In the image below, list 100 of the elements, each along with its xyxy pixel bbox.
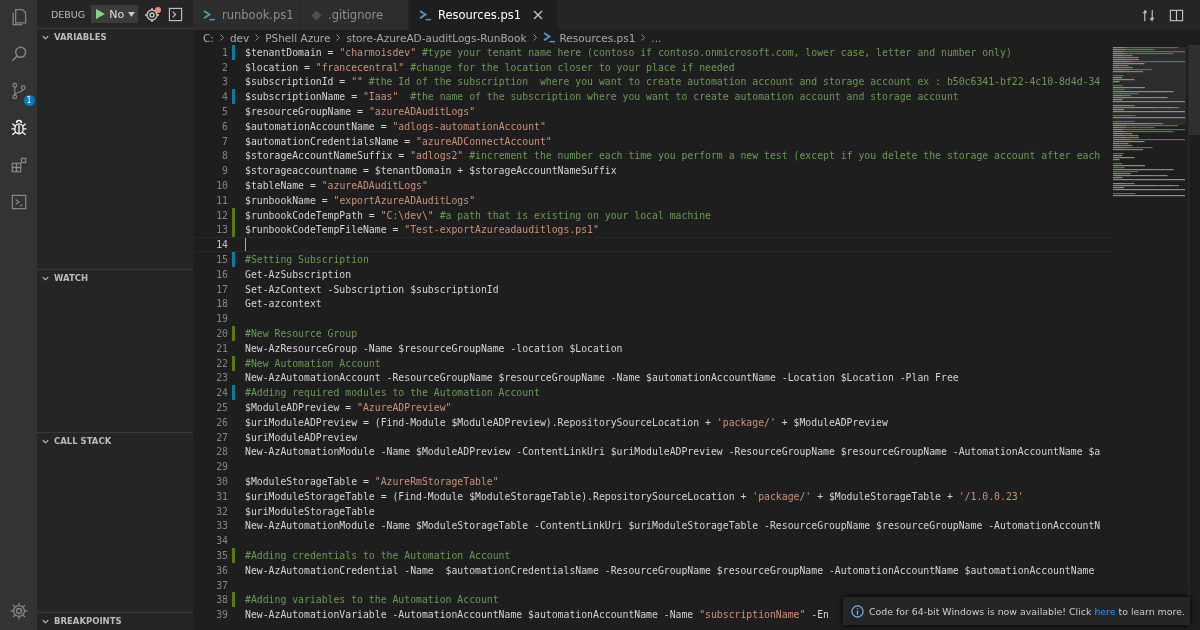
line-number: 39 [215,609,228,621]
diamond-icon [311,9,322,21]
code-line: $automationAccountName = "adlogs-automationAccount" [245,120,546,132]
code-line: #New Resource Group [245,328,358,340]
code-line: $tableName = "azureADAuditLogs" [245,180,428,192]
code-line: $storageaccountname = $tenantDomain + $storageAccountNameSuffix [245,165,617,177]
section-header[interactable]: VARIABLES [37,29,193,45]
code-line: $runbookCodeTempFileName = "Test-exportAzureadauditlogs.ps1" [245,224,599,236]
line-number: 37 [215,579,228,591]
code-line: $subscriptionId = "" #the Id of the subscription where you want to create automation account and storage account ex : b50c6341-bf22-4c10-8d4d-34 [245,76,1101,88]
code-line: $ModuleStorageTable = "AzureRmStorageTable" [245,476,499,487]
line-number: 15 [215,254,228,266]
line-number: 12 [215,209,228,221]
text-cursor [245,238,246,252]
line-number: 34 [215,535,228,547]
prompt-icon [203,9,216,21]
line-number: 33 [215,520,228,532]
debug-label: DEBUG [51,8,86,20]
chevron-icon [640,33,647,42]
split-editor-icon[interactable] [1169,7,1184,23]
code-line: $uriModuleADPreview [245,431,358,443]
line-number: 30 [215,476,228,487]
section-header[interactable]: BREAKPOINTS [37,613,193,629]
code-line: New-AzAutomationAccount -ResourceGroupName $resourceGroupName -Name $automationAccountName -Location $Location -Plan Free [245,372,959,384]
prompt-icon [419,9,432,21]
activity-bar-item[interactable]: 1 [5,78,32,104]
line-number: 19 [215,313,228,325]
code-line: $runbookName = "exportAzureADAuditLogs" [245,194,476,206]
tab-label: Resources.ps1 [438,8,521,22]
line-number: 31 [215,490,228,502]
line-number: 38 [215,594,228,606]
code-line: New-AzAutomationModule -Name $ModuleStorageTable -ContentLinkUri $uriModuleStorageTable -ResourceGroupName $resourceGroupName -AutomationAccountN [245,520,1101,532]
line-number: 21 [215,342,228,354]
line-number: 16 [215,268,228,280]
console-icon[interactable] [168,6,184,22]
line-number: 7 [221,135,228,147]
line-number: 13 [215,224,228,236]
code-line: Set-AzContext -Subscription $subscriptionId [245,283,499,295]
line-number: 18 [215,298,228,310]
breadcrumb-item[interactable]: Resources.ps1 [542,31,636,44]
line-number: 27 [215,431,228,443]
line-number: 17 [215,283,228,295]
settings-icon [8,601,29,621]
count-badge: 1 [23,95,35,106]
code-line: $ModuleADPreview = "AzureADPreview" [245,402,452,413]
breadcrumb-item[interactable]: PShell Azure [265,31,331,44]
tab-label: runbook.ps1 [222,8,294,22]
breadcrumb-item[interactable]: store-AzureAD-auditLogs-RunBook [346,31,527,44]
line-number: 20 [215,328,228,340]
line-number: 22 [215,357,228,369]
line-number: 2 [221,61,228,73]
gear-icon[interactable] [144,6,163,22]
code-line: Get-AzSubscription [245,268,352,280]
code-line: #Adding credentials to the Automation Account [245,550,511,561]
minimap-drawing[interactable] [1112,47,1186,197]
breadcrumb-item[interactable]: ... [651,31,662,44]
line-number: 24 [215,387,228,399]
learn-more-link[interactable]: here [1094,605,1116,617]
line-number: 3 [221,76,228,88]
code-line: New-AzAutomationModule -Name $ModuleADPreview -ContentLinkUri $uriModuleADPreview -ResourceGroupName $resourceGroupName -AutomationAccountName $a [245,446,1101,458]
line-number: 4 [221,91,228,103]
code-line: Get-azcontext [245,298,322,310]
code-line: $location = "francecentral" #change for the location closer to your place if needed [245,61,735,73]
line-number: 29 [215,461,228,473]
code-line: $automationCredentialsName = "azureADConnectAccount" [245,135,552,147]
notification-message: Code for 64-bit Windows is now available! Click here to learn more. [869,605,1185,617]
line-number: 35 [215,550,228,561]
code-line: $tenantDomain = "charmoisdev" #type your tenant name here (contoso if contoso.onmicrosoft.com, lower case, letter and number only) [245,46,1012,58]
play-icon[interactable] [94,8,107,20]
breadcrumb-item[interactable]: dev [229,31,250,44]
close-icon[interactable] [533,10,543,20]
line-number: 28 [215,446,228,458]
code-line: #Setting Subscription [245,254,369,266]
compare-icon[interactable] [1141,7,1156,23]
line-number: 36 [215,564,228,576]
line-number: 8 [221,150,228,162]
code-line: New-AzResourceGroup -Name $resourceGroupName -location $Location [245,342,623,354]
line-number: 9 [221,165,228,177]
chevron-icon [531,33,538,42]
tab-label: .gitignore [328,8,384,22]
code-line: $resourceGroupName = "azureADAuditLogs" [245,106,476,118]
editor-tab[interactable]: .gitignore [301,0,409,30]
code-line: #Adding variables to the Automation Account [245,594,499,606]
info-icon [851,604,864,618]
editor-tab[interactable]: runbook.ps1 [193,0,301,30]
caret-icon [128,11,136,17]
line-number: 14 [215,239,228,251]
section-header[interactable]: CALL STACK [37,433,193,449]
section-header[interactable]: WATCH [37,270,193,286]
line-number: 26 [215,416,228,428]
line-number: 5 [221,106,228,118]
code-line: New-AzAutomationCredential -Name $automationCredentialsName -ResourceGroupName $resourceGroupName -AutomationAccountName $automationAccountName [245,564,1095,576]
code-line: $uriModuleStorageTable = (Find-Module $ModuleStorageTable).RepositorySourceLocation + 'package/' + $ModuleStorageTable + '/1.0.0.23' [245,490,1024,502]
line-number: 6 [221,120,228,132]
code-line: $uriModuleADPreview = (Find-Module $ModuleADPreview).RepositorySourceLocation + 'package/' + $ModuleADPreview [245,416,888,428]
chevron-icon [254,33,261,42]
scrollbar[interactable] [1188,45,1200,630]
breadcrumb-item[interactable]: C: [203,31,214,44]
editor-tab[interactable]: Resources.ps1 [409,0,558,30]
chevron-icon [218,33,225,42]
